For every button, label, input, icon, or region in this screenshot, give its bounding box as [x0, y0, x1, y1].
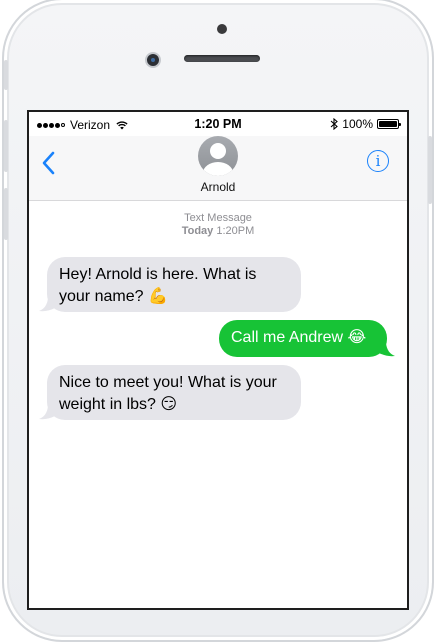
avatar-body: [203, 162, 233, 176]
bubble-tail: [39, 298, 55, 312]
day-label: Today: [181, 225, 214, 237]
timestamp-header: Text Message Today 1:20PM: [29, 212, 407, 238]
info-icon[interactable]: i: [367, 150, 389, 172]
avatar[interactable]: [198, 136, 238, 176]
bluetooth-icon: [330, 118, 339, 130]
message-bubble-received[interactable]: Hey! Arnold is here. What is your name? …: [47, 257, 301, 312]
message-bubble-received[interactable]: Nice to meet you! What is your weight in…: [47, 365, 301, 420]
power-button: [428, 136, 432, 204]
message-text: Nice to meet you! What is your weight in…: [59, 374, 277, 413]
bubble-tail: [39, 406, 55, 420]
volume-up-button: [4, 120, 8, 172]
proximity-sensor: [145, 52, 161, 68]
message-text: Call me Andrew 😂: [231, 329, 367, 346]
earpiece-speaker: [184, 55, 260, 62]
contact-name[interactable]: Arnold: [29, 180, 407, 194]
battery-percent: 100%: [342, 117, 373, 131]
screen: Verizon 1:20 PM 100% Arnold i Text Messa…: [27, 110, 409, 610]
chevron-left-icon[interactable]: [41, 150, 57, 176]
volume-down-button: [4, 188, 8, 240]
avatar-head: [210, 143, 226, 159]
service-label: Text Message: [184, 212, 252, 224]
battery-icon: [377, 119, 401, 129]
message-text: Hey! Arnold is here. What is your name? …: [59, 266, 257, 305]
mute-switch: [4, 60, 8, 90]
front-camera: [217, 24, 227, 34]
bubble-tail: [379, 343, 395, 357]
day-time-label: Today 1:20PM: [29, 225, 407, 238]
status-bar: Verizon 1:20 PM 100%: [29, 112, 407, 136]
conversation-header: Arnold i: [29, 136, 407, 201]
time-label: 1:20PM: [216, 225, 255, 237]
status-right: 100%: [330, 117, 401, 131]
message-thread: Text Message Today 1:20PM Hey! Arnold is…: [29, 212, 407, 420]
battery-level: [379, 121, 397, 127]
message-bubble-sent[interactable]: Call me Andrew 😂: [219, 320, 387, 357]
